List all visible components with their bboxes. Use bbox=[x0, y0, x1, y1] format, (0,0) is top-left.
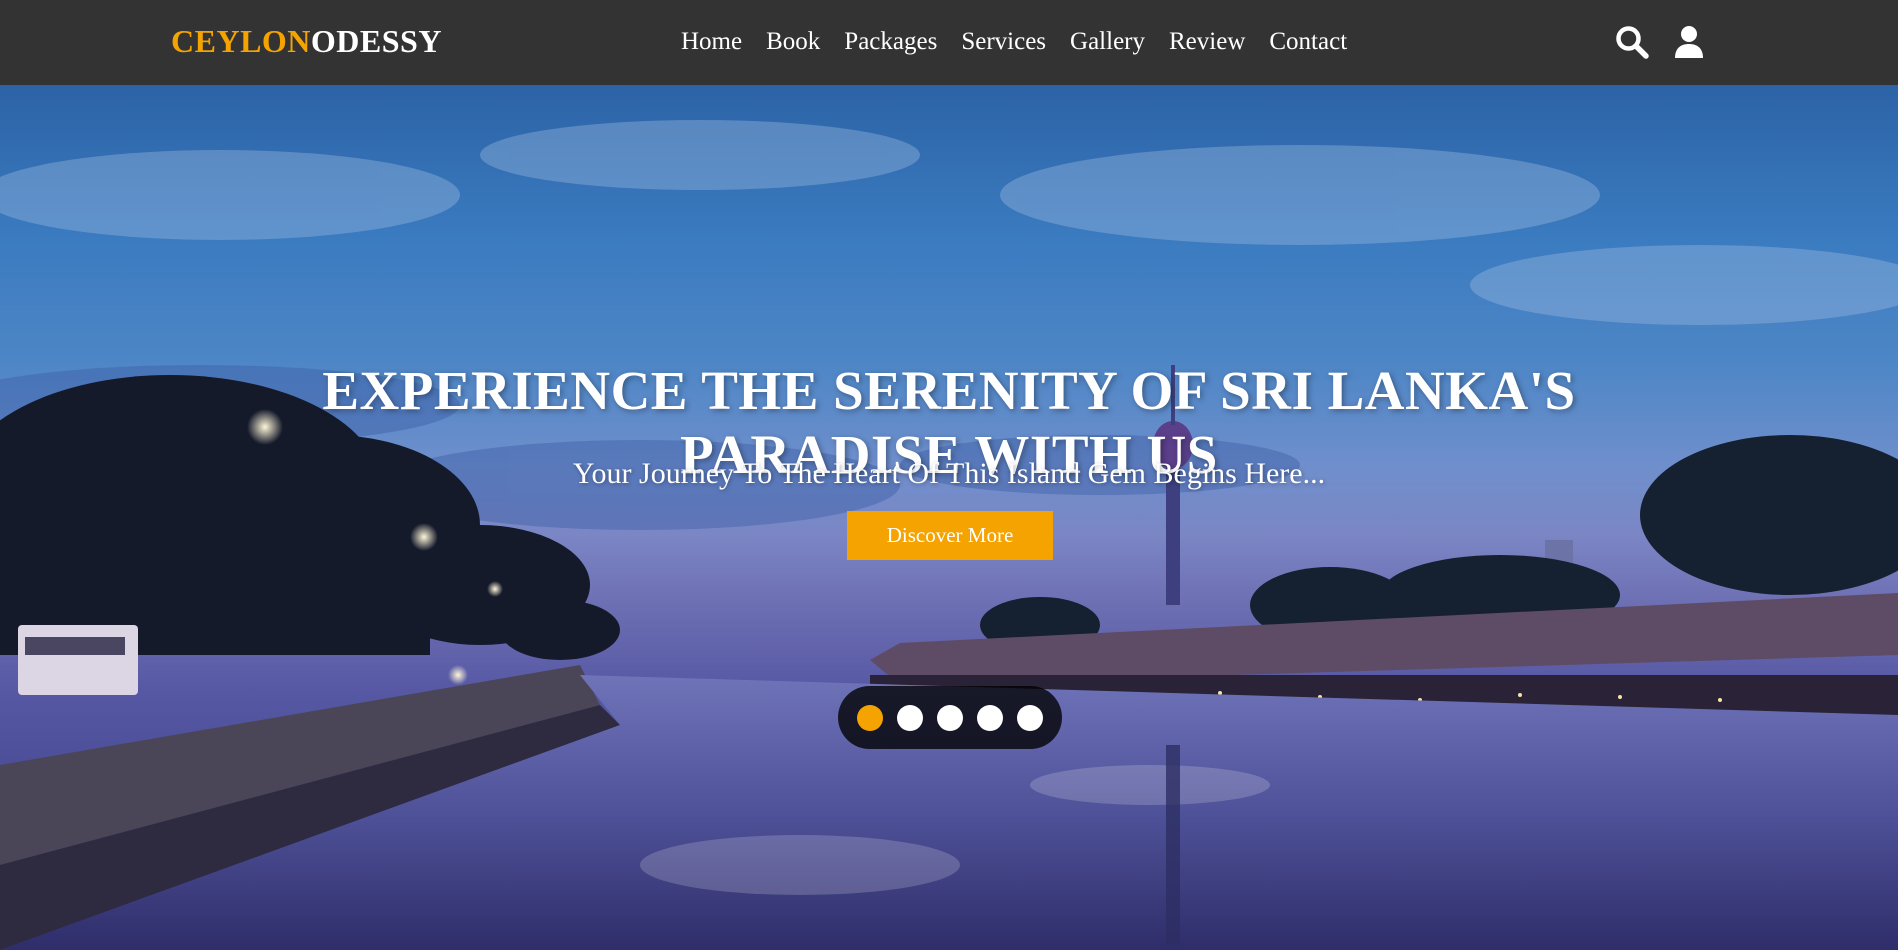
site-header: CEYLONODESSY Home Book Packages Services… bbox=[0, 0, 1898, 85]
nav-gallery[interactable]: Gallery bbox=[1070, 24, 1145, 60]
user-icon[interactable] bbox=[1671, 24, 1707, 60]
discover-more-button[interactable]: Discover More bbox=[847, 511, 1053, 560]
search-icon[interactable] bbox=[1614, 24, 1650, 60]
nav-contact[interactable]: Contact bbox=[1269, 24, 1347, 60]
hero-title-line1: EXPERIENCE THE SERENITY OF SRI LANKA'S bbox=[322, 359, 1576, 421]
nav-review[interactable]: Review bbox=[1169, 24, 1245, 60]
slider-dot-5[interactable] bbox=[1017, 704, 1043, 731]
slider-dot-3[interactable] bbox=[937, 704, 963, 731]
slider-dot-1[interactable] bbox=[857, 704, 883, 731]
brand-name-part2: ODESSY bbox=[310, 23, 442, 59]
nav-home[interactable]: Home bbox=[681, 24, 742, 60]
nav-book[interactable]: Book bbox=[766, 24, 820, 60]
page: CEYLONODESSY Home Book Packages Services… bbox=[0, 0, 1898, 950]
slider-pagination bbox=[838, 686, 1062, 749]
hero-subtitle: Your Journey To The Heart Of This Island… bbox=[572, 457, 1326, 490]
slider-dot-4[interactable] bbox=[977, 704, 1003, 731]
nav-packages[interactable]: Packages bbox=[844, 24, 937, 60]
brand-logo[interactable]: CEYLONODESSY bbox=[171, 21, 442, 61]
nav-services[interactable]: Services bbox=[961, 24, 1046, 60]
main-nav: Home Book Packages Services Gallery Revi… bbox=[681, 24, 1347, 60]
slider-dot-2[interactable] bbox=[897, 704, 923, 731]
brand-name-part1: CEYLON bbox=[171, 23, 311, 59]
hero-section: EXPERIENCE THE SERENITY OF SRI LANKA'S P… bbox=[0, 85, 1898, 950]
